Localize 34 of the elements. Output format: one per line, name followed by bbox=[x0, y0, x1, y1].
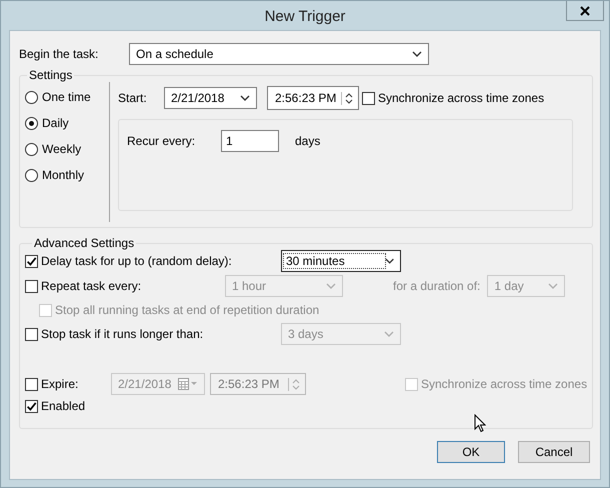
radio-option[interactable]: Weekly bbox=[25, 142, 109, 156]
close-icon bbox=[580, 6, 590, 16]
caret-icon bbox=[548, 283, 558, 289]
caret-icon bbox=[240, 95, 250, 101]
recur-label: Recur every: bbox=[127, 134, 196, 148]
begin-task-dropdown[interactable]: On a schedule bbox=[129, 43, 429, 65]
time-spinner[interactable]: 2:56:23 PM bbox=[267, 86, 359, 110]
checkmark-icon bbox=[26, 256, 37, 266]
checkmark-icon bbox=[26, 400, 37, 412]
start-label: Start: bbox=[118, 91, 148, 105]
window-title: New Trigger bbox=[264, 8, 346, 24]
begin-task-label: Begin the task: bbox=[19, 47, 100, 61]
calendar-icon bbox=[178, 378, 198, 390]
checkbox[interactable]: Delay task for up to (random delay): bbox=[25, 254, 281, 268]
mouse-pointer-icon bbox=[474, 414, 486, 433]
checkbox[interactable]: Enabled bbox=[25, 399, 86, 413]
checkbox[interactable]: Synchronize across time zones bbox=[362, 91, 544, 105]
duration-label: for a duration of: bbox=[393, 279, 480, 293]
caret-icon bbox=[384, 331, 394, 337]
unit-label: days bbox=[295, 134, 320, 148]
recur-input[interactable]: 1 bbox=[221, 130, 279, 152]
group-title: Settings bbox=[28, 68, 74, 82]
dialog-button[interactable]: Cancel bbox=[518, 441, 590, 463]
close-button[interactable] bbox=[566, 1, 604, 21]
caret-icon bbox=[412, 51, 422, 57]
radio-option[interactable]: Monthly bbox=[25, 168, 109, 182]
group-title: Advanced Settings bbox=[33, 236, 136, 250]
caret-icon bbox=[384, 258, 394, 264]
radio-option[interactable]: Daily bbox=[25, 116, 109, 130]
caret-icon bbox=[326, 283, 336, 289]
dialog-button[interactable]: OK bbox=[437, 441, 505, 463]
radio-option[interactable]: One time bbox=[25, 90, 109, 104]
date-picker[interactable]: 2/21/2018 bbox=[164, 87, 257, 109]
delay-dropdown[interactable]: 30 minutes bbox=[281, 250, 401, 272]
